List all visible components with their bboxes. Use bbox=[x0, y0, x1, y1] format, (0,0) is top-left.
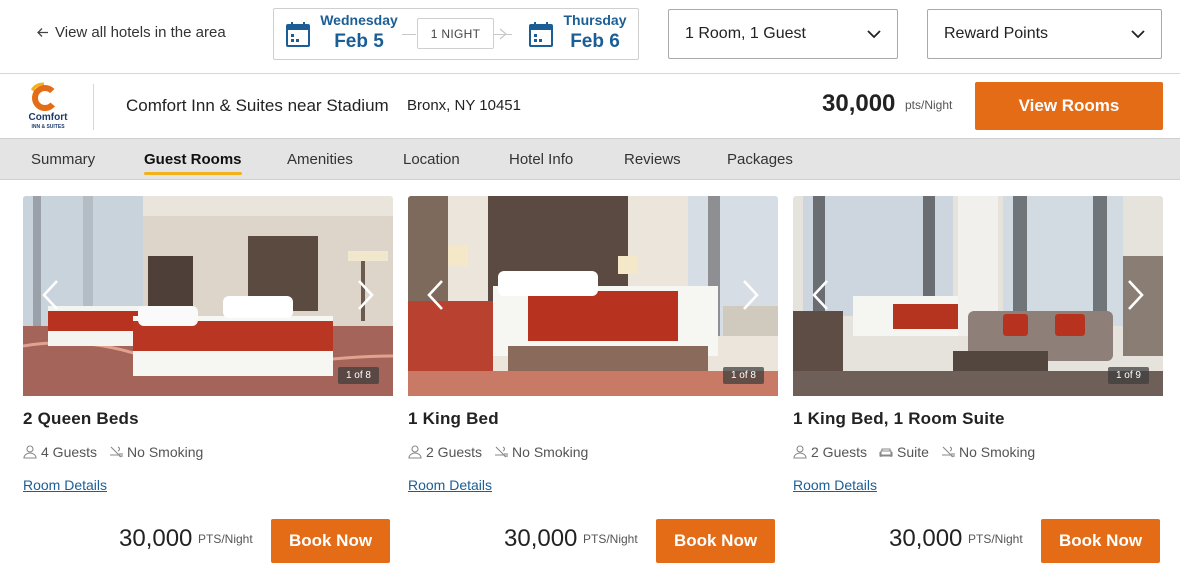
view-all-hotels-link[interactable]: View all hotels in the area bbox=[36, 24, 226, 41]
suite-feature: Suite bbox=[879, 444, 929, 460]
room-price-unit: PTS/Night bbox=[198, 532, 253, 546]
no-smoking-icon bbox=[941, 446, 955, 458]
room-details-link[interactable]: Room Details bbox=[408, 477, 492, 493]
room-price-unit: PTS/Night bbox=[583, 532, 638, 546]
room-photo-carousel[interactable]: 1 of 8 bbox=[23, 196, 393, 396]
chevron-down-icon bbox=[867, 29, 881, 38]
suite-label: Suite bbox=[897, 444, 929, 460]
chevron-left-icon[interactable] bbox=[809, 278, 831, 312]
chevron-right-icon[interactable] bbox=[355, 278, 377, 312]
comfort-logo: Comfort INN & SUITES bbox=[29, 82, 69, 130]
room-title: 1 King Bed, 1 Room Suite bbox=[793, 409, 1005, 428]
room-photo bbox=[23, 196, 393, 396]
guests-feature: 2 Guests bbox=[408, 444, 482, 460]
smoking-feature: No Smoking bbox=[494, 444, 588, 460]
chevron-down-icon bbox=[1131, 29, 1145, 38]
room-features: 4 Guests No Smoking bbox=[23, 444, 203, 460]
arrow-left-icon bbox=[37, 28, 48, 37]
chevron-left-icon[interactable] bbox=[424, 278, 446, 312]
checkin-day: Feb 5 bbox=[334, 31, 384, 52]
room-photo bbox=[793, 196, 1163, 396]
room-details-link[interactable]: Room Details bbox=[23, 477, 107, 493]
room-price: 30,000 bbox=[889, 525, 963, 552]
guests-label: 2 Guests bbox=[811, 444, 868, 460]
no-smoking-icon bbox=[495, 446, 508, 458]
checkout-dow: Thursday bbox=[563, 12, 627, 28]
no-smoking-icon bbox=[110, 446, 123, 458]
room-photo-carousel[interactable]: 1 of 9 bbox=[793, 196, 1163, 396]
checkin-dow: Wednesday bbox=[320, 12, 398, 28]
nights-badge: 1 NIGHT bbox=[417, 18, 494, 49]
photo-counter: 1 of 8 bbox=[337, 367, 379, 384]
tab-location[interactable]: Location bbox=[403, 151, 460, 168]
room-title: 1 King Bed bbox=[408, 409, 499, 428]
hotel-name: Comfort Inn & Suites near Stadium bbox=[126, 96, 389, 115]
smoking-feature: No Smoking bbox=[109, 444, 203, 460]
room-card: 1 of 8 1 King Bed 2 Guests No Smoking Ro… bbox=[408, 196, 778, 563]
book-now-button[interactable]: Book Now bbox=[656, 519, 775, 563]
hotel-address: Bronx, NY 10451 bbox=[407, 97, 521, 114]
divider bbox=[93, 84, 94, 130]
guests-label: 2 Guests bbox=[426, 444, 483, 460]
calendar-icon bbox=[529, 22, 553, 47]
back-link-label: View all hotels in the area bbox=[55, 24, 226, 41]
hotel-tabs: Summary Guest Rooms Amenities Location H… bbox=[0, 138, 1180, 180]
calendar-icon bbox=[286, 22, 310, 47]
tab-guest-rooms[interactable]: Guest Rooms bbox=[144, 151, 242, 175]
room-card: 1 of 8 2 Queen Beds 4 Guests No Smoking … bbox=[23, 196, 393, 563]
view-rooms-button[interactable]: View Rooms bbox=[975, 82, 1163, 130]
rooms-guests-select[interactable]: 1 Room, 1 Guest bbox=[668, 9, 898, 59]
room-features: 2 Guests Suite No Smoking bbox=[793, 444, 1035, 460]
room-price: 30,000 bbox=[504, 525, 578, 552]
hotel-price-unit: pts/Night bbox=[905, 98, 953, 112]
smoking-label: No Smoking bbox=[127, 444, 204, 460]
date-selector[interactable]: Wednesday Feb 5 1 NIGHT Thursday Feb 6 bbox=[273, 8, 639, 60]
arrow-right-icon bbox=[499, 28, 508, 40]
checkin-date[interactable]: Wednesday Feb 5 bbox=[318, 12, 400, 55]
book-now-button[interactable]: Book Now bbox=[271, 519, 390, 563]
room-features: 2 Guests No Smoking bbox=[408, 444, 588, 460]
hotel-header: Comfort INN & SUITES Comfort Inn & Suite… bbox=[0, 74, 1180, 138]
room-title: 2 Queen Beds bbox=[23, 409, 139, 428]
room-price-unit: PTS/Night bbox=[968, 532, 1023, 546]
chevron-right-icon[interactable] bbox=[1125, 278, 1147, 312]
hotel-price: 30,000 bbox=[822, 90, 896, 117]
room-card: 1 of 9 1 King Bed, 1 Room Suite 2 Guests… bbox=[793, 196, 1163, 563]
person-icon bbox=[793, 445, 807, 459]
smoking-label: No Smoking bbox=[958, 444, 1036, 460]
tab-hotel-info[interactable]: Hotel Info bbox=[509, 151, 573, 168]
room-photo-carousel[interactable]: 1 of 8 bbox=[408, 196, 778, 396]
smoking-label: No Smoking bbox=[512, 444, 589, 460]
checkout-date[interactable]: Thursday Feb 6 bbox=[559, 12, 631, 55]
guests-feature: 2 Guests bbox=[793, 444, 867, 460]
guests-label: 4 Guests bbox=[41, 444, 98, 460]
person-icon bbox=[23, 445, 37, 459]
room-details-link[interactable]: Room Details bbox=[793, 477, 877, 493]
chevron-left-icon[interactable] bbox=[39, 278, 61, 312]
smoking-feature: No Smoking bbox=[941, 444, 1035, 460]
room-price: 30,000 bbox=[119, 525, 193, 552]
tab-amenities[interactable]: Amenities bbox=[287, 151, 353, 168]
divider bbox=[402, 34, 416, 35]
book-now-button[interactable]: Book Now bbox=[1041, 519, 1160, 563]
rooms-guests-value: 1 Room, 1 Guest bbox=[685, 25, 806, 42]
photo-counter: 1 of 9 bbox=[1107, 367, 1149, 384]
tab-reviews[interactable]: Reviews bbox=[624, 151, 681, 168]
person-icon bbox=[408, 445, 422, 459]
rate-type-value: Reward Points bbox=[944, 25, 1049, 42]
sofa-icon bbox=[879, 448, 893, 457]
tab-summary[interactable]: Summary bbox=[31, 151, 95, 168]
search-bar: View all hotels in the area Wednesday Fe… bbox=[0, 0, 1180, 74]
checkout-day: Feb 6 bbox=[570, 31, 620, 52]
chevron-right-icon[interactable] bbox=[740, 278, 762, 312]
rate-type-select[interactable]: Reward Points bbox=[927, 9, 1162, 59]
tab-packages[interactable]: Packages bbox=[727, 151, 793, 168]
svg-text:Comfort: Comfort bbox=[29, 112, 69, 123]
room-photo bbox=[408, 196, 778, 396]
svg-text:INN & SUITES: INN & SUITES bbox=[31, 124, 65, 130]
guests-feature: 4 Guests bbox=[23, 444, 97, 460]
photo-counter: 1 of 8 bbox=[722, 367, 764, 384]
